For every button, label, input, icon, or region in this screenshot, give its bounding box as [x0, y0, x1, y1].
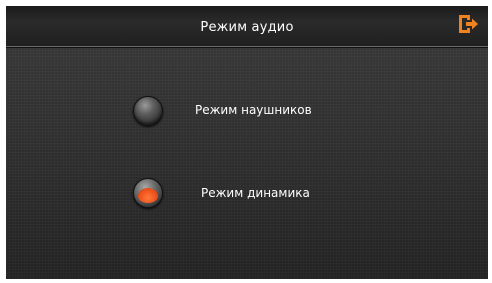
option-headphones[interactable]: Режим наушников — [6, 92, 488, 132]
option-label-speaker: Режим динамика — [201, 186, 310, 200]
title-bar: Режим аудио — [6, 6, 488, 47]
selected-indicator — [138, 188, 158, 203]
exit-button[interactable] — [456, 12, 480, 36]
audio-mode-screen: Режим аудио Режим наушников Режим динами… — [6, 6, 488, 279]
radio-button-headphones[interactable] — [133, 96, 163, 126]
page-title: Режим аудио — [200, 20, 294, 35]
option-label-headphones: Режим наушников — [195, 103, 312, 117]
exit-icon — [459, 15, 478, 33]
radio-button-speaker[interactable] — [133, 178, 163, 208]
option-speaker[interactable]: Режим динамика — [6, 176, 488, 216]
